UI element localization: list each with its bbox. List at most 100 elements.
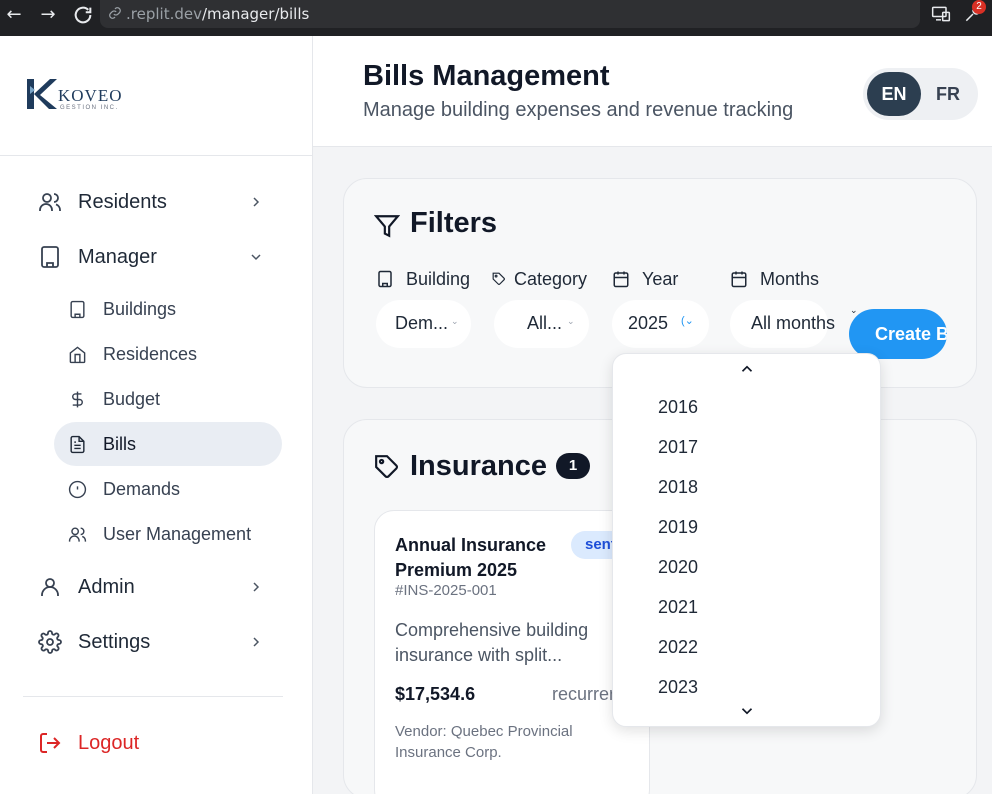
year-option-label: 2016 <box>658 397 699 417</box>
url-path: /manager/bills <box>201 5 310 23</box>
logo-name: KOVEO <box>58 86 123 105</box>
months-label-text: Months <box>760 269 820 289</box>
year-select[interactable]: 2025 (⌄ <box>612 300 709 348</box>
bill-amount: $17,534.6 <box>395 684 476 704</box>
year-option-label: 2018 <box>658 477 699 497</box>
year-dropdown-menu: 2016 2017 2018 2019 2020 2021 2022 2023 <box>612 353 881 727</box>
year-option[interactable]: 2021 <box>613 588 880 628</box>
building-icon <box>70 300 85 319</box>
year-option[interactable]: 2016 <box>613 388 880 428</box>
months-select-value: All months <box>751 313 836 333</box>
page-title: Bills Management <box>363 60 610 92</box>
alert-circle-icon <box>68 480 87 499</box>
sidebar-item-settings[interactable]: Settings <box>38 629 150 655</box>
year-option[interactable]: 2018 <box>613 468 880 508</box>
logout-icon <box>40 733 61 753</box>
sidebar-item-demands[interactable]: Demands <box>54 467 282 511</box>
url-text[interactable]: .replit.dev/manager/bills <box>126 5 309 23</box>
chevron-right-icon[interactable] <box>248 634 264 650</box>
chevron-down-icon[interactable] <box>248 249 264 265</box>
url-host: .replit.dev <box>126 5 202 23</box>
create-bill-label: Create Bill <box>875 324 947 344</box>
bill-title: Annual Insurance Premium 2025 <box>395 535 547 580</box>
language-toggle: EN FR <box>863 68 978 120</box>
sidebar: KOVEO GESTION INC. Residents Manager Bui… <box>0 36 313 794</box>
insurance-title: Insurance <box>410 450 547 482</box>
sidebar-item-label: Budget <box>103 389 161 409</box>
sidebar-item-label: Settings <box>78 631 151 653</box>
back-arrow-icon[interactable]: ← <box>3 4 25 26</box>
page-subtitle: Manage building expenses and revenue tra… <box>363 99 794 121</box>
sidebar-item-residents[interactable]: Residents <box>38 189 167 215</box>
sidebar-item-label: User Management <box>103 524 252 544</box>
users-icon <box>68 527 87 542</box>
logo-subtitle: GESTION INC. <box>60 105 119 111</box>
sidebar-item-manager[interactable]: Manager <box>38 244 157 270</box>
page-header: Bills Management Manage building expense… <box>313 36 992 147</box>
sidebar-item-admin[interactable]: Admin <box>38 574 135 600</box>
building-icon <box>41 246 59 268</box>
logout-label: Logout <box>78 732 140 754</box>
year-option-label: 2021 <box>658 597 699 617</box>
year-option-label: 2017 <box>658 437 699 457</box>
devices-icon[interactable] <box>930 4 952 26</box>
sidebar-divider <box>23 696 283 697</box>
year-option[interactable]: 2019 <box>613 508 880 548</box>
dollar-icon <box>72 391 83 408</box>
chevron-right-icon[interactable] <box>248 194 264 210</box>
sidebar-item-label: Residents <box>78 191 167 213</box>
building-select[interactable]: Dem... ⌄ <box>376 300 471 348</box>
filter-icon <box>374 215 400 238</box>
language-en-button[interactable]: EN <box>867 72 921 116</box>
chevron-down-icon: ⌄ <box>451 316 459 326</box>
bill-card[interactable]: Annual Insurance Premium 2025 sent #INS-… <box>374 510 650 794</box>
category-select-value: All... <box>527 313 563 333</box>
bill-description: Comprehensive building insurance with sp… <box>395 620 589 665</box>
sidebar-item-buildings[interactable]: Buildings <box>54 287 282 331</box>
user-icon <box>41 578 59 596</box>
category-label-text: Category <box>514 269 588 289</box>
create-bill-button[interactable]: Create Bill <box>849 309 947 359</box>
file-text-icon <box>70 435 85 454</box>
months-select[interactable]: All months ⌄ <box>730 300 858 348</box>
sidebar-item-residences[interactable]: Residences <box>54 332 282 376</box>
sidebar-item-label: Bills <box>103 434 137 454</box>
browser-toolbar: ← → .replit.dev/manager/bills 2 <box>0 0 992 36</box>
year-option[interactable]: 2020 <box>613 548 880 588</box>
category-select[interactable]: All... ⌄ <box>494 300 589 348</box>
chevron-down-icon: (⌄ <box>681 315 694 327</box>
calendar-icon <box>731 271 747 288</box>
bill-number: #INS-2025-001 <box>395 582 497 599</box>
year-option-label: 2022 <box>658 637 699 657</box>
chevron-down-icon: ⌄ <box>850 305 858 315</box>
year-option-label: 2019 <box>658 517 699 537</box>
building-label-text: Building <box>406 269 471 289</box>
sidebar-item-label: Demands <box>103 479 181 499</box>
tag-icon <box>375 455 398 478</box>
sidebar-item-user-management[interactable]: User Management <box>54 512 282 556</box>
tag-icon <box>492 272 505 285</box>
year-option-label: 2020 <box>658 557 699 577</box>
sidebar-item-bills[interactable]: Bills <box>54 422 282 466</box>
insurance-count-badge: 1 <box>556 453 590 479</box>
chevron-up-icon[interactable] <box>738 360 756 378</box>
chevron-down-icon: ⌄ <box>567 316 575 326</box>
year-option-label: 2023 <box>658 677 699 697</box>
chevron-down-icon[interactable] <box>738 702 756 720</box>
sidebar-item-label: Residences <box>103 344 198 364</box>
chevron-right-icon[interactable] <box>248 579 264 595</box>
logo-k-icon <box>27 79 57 109</box>
filters-title: Filters <box>410 207 498 239</box>
forward-arrow-icon[interactable]: → <box>37 4 59 26</box>
language-fr-button[interactable]: FR <box>921 72 975 116</box>
calendar-icon <box>613 271 629 288</box>
year-option[interactable]: 2022 <box>613 628 880 668</box>
sidebar-item-label: Manager <box>78 246 157 268</box>
home-icon <box>69 346 86 364</box>
year-option[interactable]: 2017 <box>613 428 880 468</box>
reload-icon[interactable] <box>72 4 94 26</box>
building-select-value: Dem... <box>395 313 449 333</box>
bill-vendor: Vendor: Quebec Provincial Insurance Corp… <box>395 723 573 761</box>
sidebar-item-label: Buildings <box>103 299 177 319</box>
sidebar-item-budget[interactable]: Budget <box>54 377 282 421</box>
